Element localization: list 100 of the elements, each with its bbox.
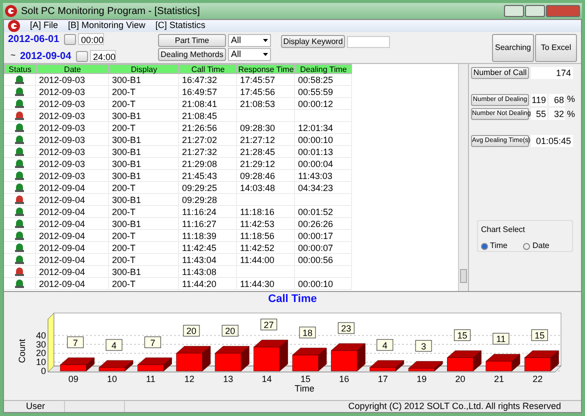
table-cell: 11:44:30 (237, 278, 295, 290)
start-time-field[interactable]: 00:00 (78, 33, 104, 45)
calendar-icon[interactable] (64, 34, 76, 44)
table-cell: 11:42:53 (237, 218, 295, 230)
menu-item[interactable]: [C] Statistics (155, 19, 206, 33)
data-label: 27 (263, 320, 274, 330)
table-cell: 2012-09-03 (36, 158, 109, 170)
column-header[interactable]: Dealing Time (295, 64, 352, 74)
toolbar-button[interactable]: Searching (492, 34, 534, 62)
table-cell: 200-T (109, 242, 179, 254)
filter-dropdown[interactable]: All (228, 34, 271, 47)
x-tick-label: 15 (300, 374, 310, 384)
table-cell: 11:44:20 (179, 278, 237, 290)
bar (485, 354, 520, 372)
stat-value: 01:05:45 (531, 135, 573, 147)
table-cell: 21:27:32 (179, 146, 237, 158)
bar (524, 350, 558, 372)
end-date[interactable]: 2012-09-04 (20, 48, 74, 64)
table-cell: 00:00:56 (295, 254, 352, 266)
bar (98, 360, 133, 372)
bar (292, 348, 326, 372)
minimize-button[interactable] (504, 5, 524, 17)
bar (446, 350, 481, 372)
x-tick-label: 22 (532, 374, 542, 384)
column-header[interactable]: Display (109, 64, 179, 74)
bar (176, 346, 210, 372)
keyword-field[interactable] (347, 36, 390, 48)
table-cell: 11:43:04 (179, 254, 237, 266)
y-axis-title: Count (16, 338, 26, 364)
table-cell: 16:47:32 (179, 74, 237, 86)
table-cell: 21:08:41 (179, 98, 237, 110)
column-header[interactable]: Status (4, 64, 36, 74)
data-label: 20 (224, 326, 235, 336)
column-header[interactable]: Date (36, 64, 109, 74)
toolbar-button[interactable]: To Excel (535, 34, 577, 62)
table-cell: 16:49:57 (179, 86, 237, 98)
table-cell: 21:26:56 (179, 122, 237, 134)
table-cell: 200-T (109, 230, 179, 242)
stat-label: Number of Call (471, 67, 529, 79)
calendar-icon[interactable] (76, 50, 88, 62)
table-cell: 00:01:13 (295, 146, 352, 158)
table-cell: 21:29:12 (237, 158, 295, 170)
scrollbar[interactable] (458, 64, 468, 291)
table-cell: 2012-09-04 (36, 218, 109, 230)
x-tick-label: 14 (261, 374, 272, 384)
table-cell: 2012-09-03 (36, 74, 109, 86)
table-cell: 21:27:12 (237, 134, 295, 146)
table-cell: 300-B1 (109, 194, 179, 206)
keyword-button[interactable]: Display Keyword (281, 35, 345, 48)
table-cell: 300-B1 (109, 158, 179, 170)
data-label: 27 (260, 318, 277, 330)
table-cell: 11:43:08 (179, 266, 237, 278)
menu-item[interactable]: [B] Monitoring View (68, 19, 146, 33)
filter-button[interactable]: Part Time (158, 34, 226, 47)
group-title: Chart Select (481, 224, 526, 236)
table-cell: 300-B1 (109, 218, 179, 230)
table-cell: 11:18:16 (237, 206, 295, 218)
data-label: 20 (221, 324, 238, 337)
maximize-button[interactable] (525, 5, 545, 17)
stat-percent: 32 (549, 108, 565, 120)
table-cell: 2012-09-04 (36, 206, 109, 218)
x-tick-label: 10 (106, 374, 117, 384)
column-header[interactable]: Response Time (237, 64, 295, 74)
table-cell: 11:18:56 (237, 230, 295, 242)
bar (60, 358, 94, 372)
data-label: 15 (456, 330, 467, 341)
x-tick-label: 16 (338, 374, 349, 384)
table-cell: 200-T (109, 206, 179, 218)
y-tick-label: 30 (35, 339, 46, 350)
table-cell: 300-B1 (109, 146, 179, 158)
radio-option[interactable]: Time (481, 240, 508, 252)
radio-option[interactable]: Date (523, 240, 550, 252)
filter-dropdown[interactable]: All (228, 48, 271, 61)
bar (214, 346, 249, 372)
table-cell: 2012-09-04 (36, 194, 109, 206)
table-cell: 04:34:23 (295, 182, 352, 194)
x-axis-title: Time (294, 384, 314, 394)
bar (253, 340, 288, 372)
menu-item[interactable]: [A] File (30, 19, 58, 33)
filter-button[interactable]: Dealing Methords (158, 48, 226, 61)
data-label: 23 (340, 324, 351, 334)
table-cell: 09:28:30 (237, 122, 295, 134)
column-header[interactable]: Call Time (179, 64, 237, 74)
table-cell: 200-T (109, 182, 179, 194)
x-tick-label: 09 (68, 374, 78, 384)
table-cell: 2012-09-04 (36, 182, 109, 194)
percent-unit: % (567, 93, 576, 106)
start-date[interactable]: 2012-06-01 (8, 32, 62, 46)
table-cell: 11:43:03 (295, 170, 352, 182)
copyright-text: Copyright (C) 2012 SOLT Co.,Ltd. All rights Reserved (348, 400, 562, 413)
table-cell: 200-T (109, 98, 179, 110)
x-tick-label: 12 (184, 374, 194, 384)
data-label: 18 (298, 326, 316, 338)
data-label: 23 (337, 322, 354, 334)
caret-icon (263, 53, 268, 56)
table-cell: 14:03:48 (237, 182, 295, 194)
window-title: Solt PC Monitoring Program - [Statistics] (21, 4, 200, 18)
end-time-field[interactable]: 24:00 (90, 50, 116, 62)
app-logo-icon (8, 20, 20, 32)
table-cell: 00:58:25 (295, 74, 352, 86)
